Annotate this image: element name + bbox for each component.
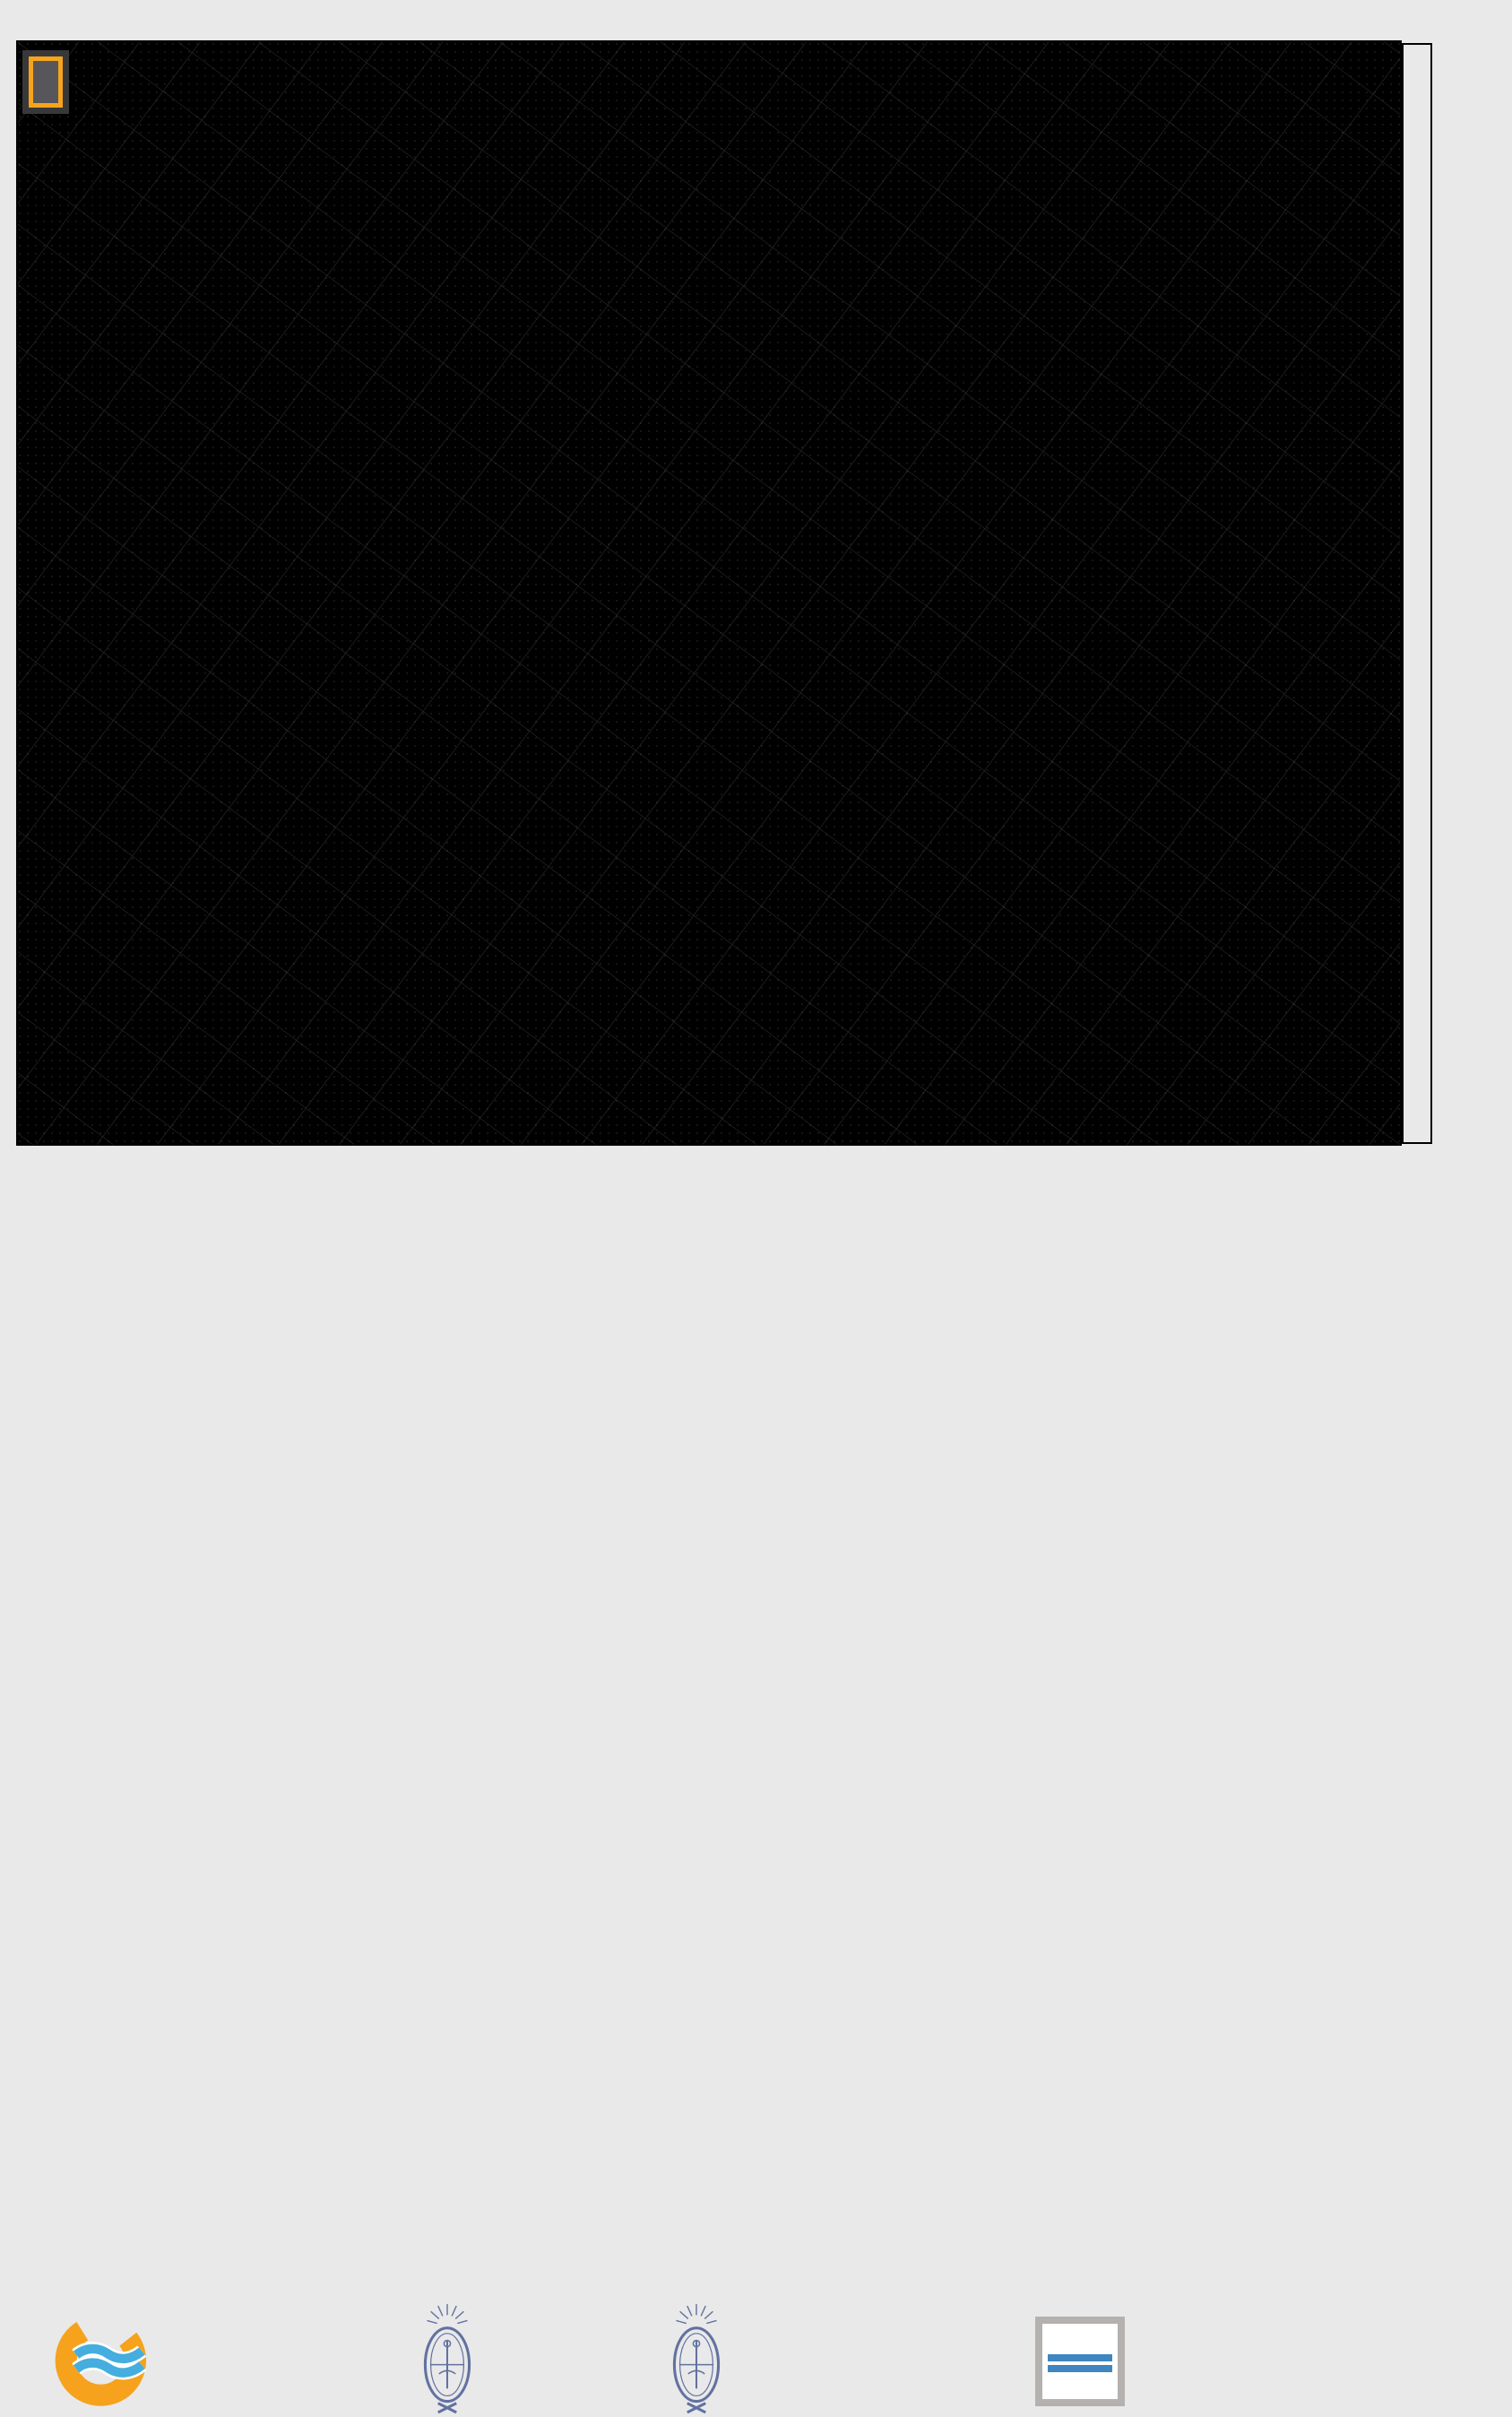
inta-bar-icon (1048, 2365, 1112, 2372)
department-grid (18, 42, 1400, 1145)
radar-mosaic-map (16, 40, 1402, 1147)
inta-logo-inner (1042, 2324, 1118, 2399)
warning-legend-box (29, 56, 63, 108)
inta-logo (1035, 2317, 1125, 2406)
smn-logo (55, 2315, 147, 2406)
economia-coat-of-arms-icon (672, 2304, 721, 2414)
defensa-coat-of-arms-icon (423, 2304, 471, 2414)
inta-bar-icon (1048, 2354, 1112, 2361)
dbz-colorbar (1402, 43, 1432, 1144)
map-canvas (18, 42, 1400, 1145)
footer (0, 1146, 1512, 2414)
